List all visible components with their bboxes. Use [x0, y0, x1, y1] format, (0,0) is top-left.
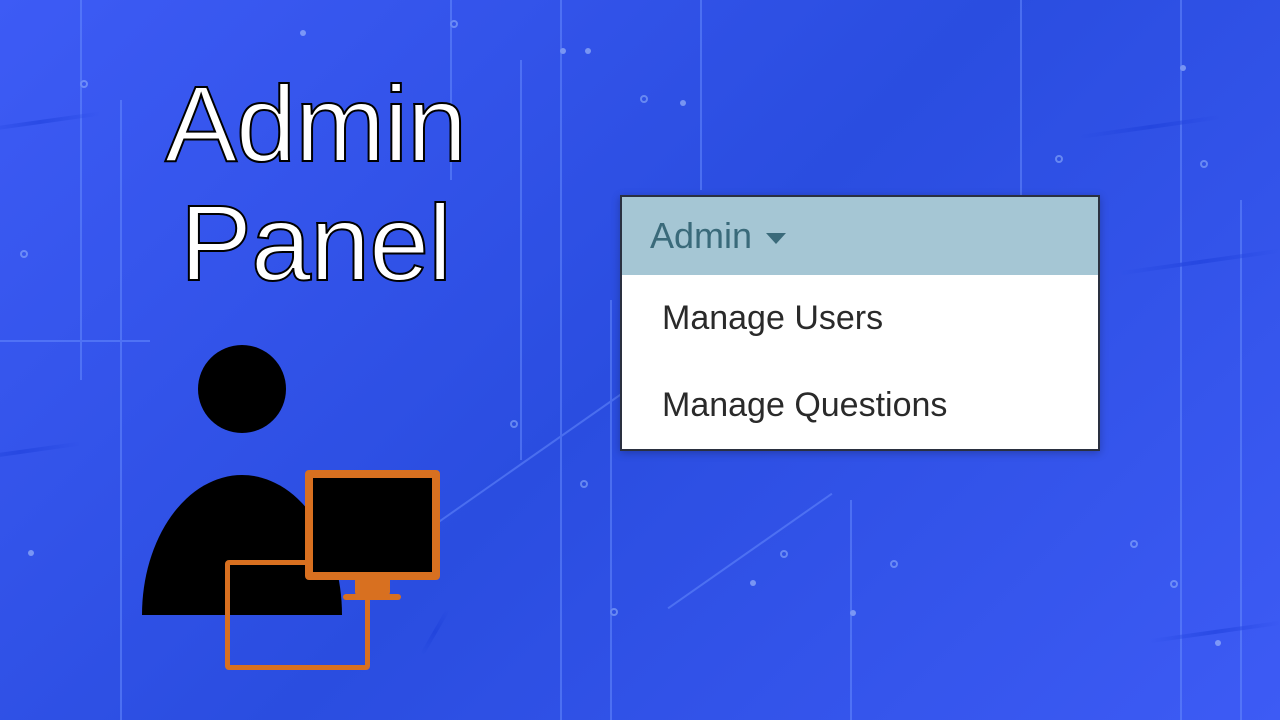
- page-title: Admin Panel: [165, 65, 466, 303]
- admin-dropdown-toggle[interactable]: Admin: [622, 197, 1098, 275]
- title-line-1: Admin: [165, 65, 466, 184]
- caret-down-icon: [766, 233, 786, 244]
- menu-item-manage-questions[interactable]: Manage Questions: [622, 362, 1098, 449]
- admin-dropdown: Admin Manage Users Manage Questions: [620, 195, 1100, 451]
- dropdown-menu: Manage Users Manage Questions: [622, 275, 1098, 449]
- dropdown-label: Admin: [650, 215, 752, 257]
- title-line-2: Panel: [165, 184, 466, 303]
- menu-item-manage-users[interactable]: Manage Users: [622, 275, 1098, 362]
